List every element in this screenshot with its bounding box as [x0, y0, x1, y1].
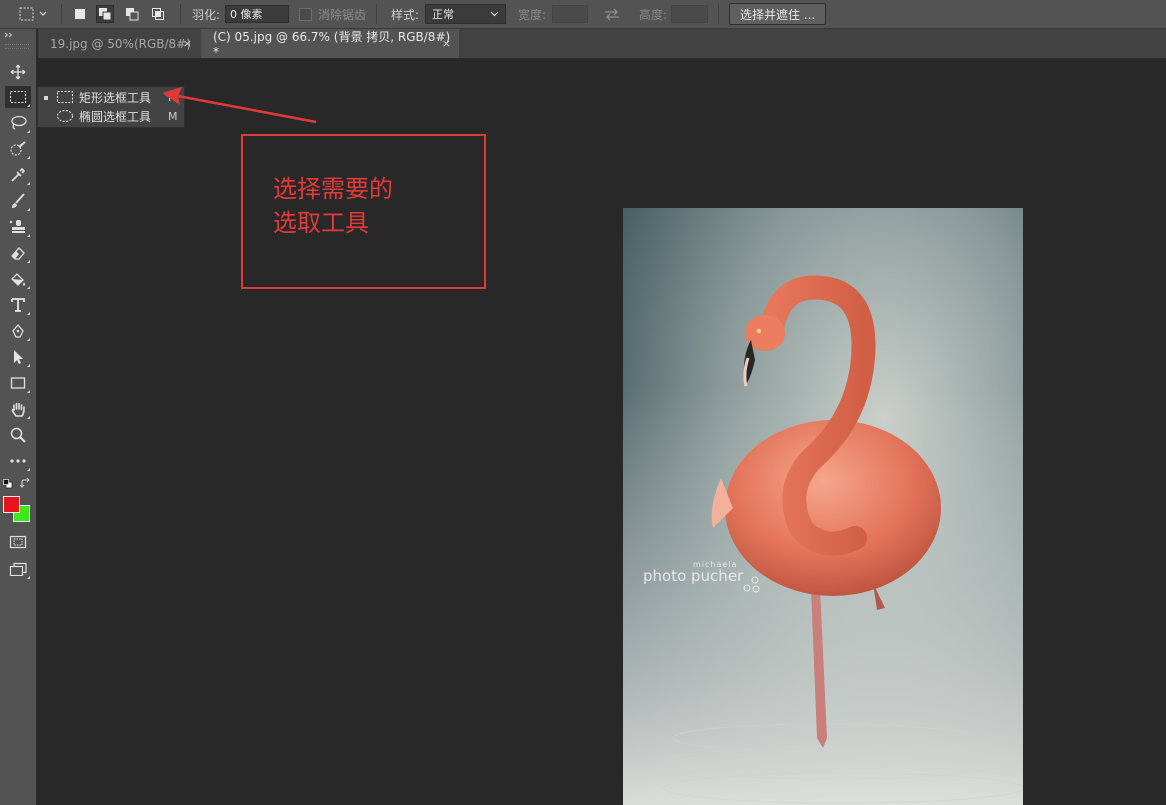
annotation-line: 选取工具 — [273, 209, 369, 237]
options-bar: 羽化: 0 像素 消除锯齿 样式: 正常 宽度: 高度: 选择并遮住 ... — [0, 0, 1166, 29]
brush-tool[interactable] — [5, 190, 31, 212]
add-to-selection-button[interactable] — [96, 5, 114, 23]
annotation-line: 选择需要的 — [273, 175, 393, 203]
annotation-callout: 选择需要的 选取工具 — [241, 134, 486, 289]
type-icon — [11, 298, 25, 312]
edit-toolbar-button[interactable] — [5, 450, 31, 472]
feather-label: 羽化: — [192, 7, 221, 22]
eyedropper-icon — [11, 167, 26, 182]
selected-bullet — [44, 96, 48, 100]
flyout-item-label: 椭圆选框工具 — [79, 110, 152, 124]
rect-marquee-icon — [9, 90, 27, 104]
style-select[interactable]: 正常 — [425, 4, 506, 24]
zoom-tool[interactable] — [5, 424, 31, 446]
document-canvas[interactable]: michaela photo pucher — [623, 208, 1023, 805]
width-input[interactable] — [552, 5, 588, 23]
swap-colors-icon[interactable] — [20, 478, 31, 489]
select-and-mask-button[interactable]: 选择并遮住 ... — [729, 3, 827, 25]
hand-tool[interactable] — [5, 398, 31, 420]
height-input[interactable] — [671, 5, 708, 23]
new-selection-button[interactable] — [71, 5, 89, 23]
lasso-tool[interactable] — [5, 112, 31, 134]
rectangle-shape-icon — [10, 377, 26, 389]
foreground-color-swatch[interactable] — [3, 496, 20, 513]
watermark-logo-icon — [743, 576, 760, 593]
tab-label: (C) 05.jpg @ 66.7% (背景 拷贝, RGB/8#) * — [213, 30, 451, 59]
style-label: 样式: — [391, 7, 420, 22]
panel-grip[interactable] — [5, 44, 29, 49]
collapse-panel-icon[interactable] — [4, 32, 14, 38]
feather-input[interactable]: 0 像素 — [225, 5, 289, 23]
height-label: 高度: — [639, 7, 668, 22]
add-selection-icon — [99, 8, 112, 21]
eraser-icon — [11, 247, 25, 260]
paint-bucket-icon — [11, 273, 25, 286]
default-colors-icon[interactable] — [3, 479, 13, 489]
style-select-value: 正常 — [432, 8, 454, 21]
tab-05jpg[interactable]: (C) 05.jpg @ 66.7% (背景 拷贝, RGB/8#) * × — [201, 29, 459, 59]
chevron-down-icon — [490, 11, 499, 17]
subtract-selection-icon — [126, 8, 139, 21]
tab-label: 19.jpg @ 50%(RGB/8#) — [50, 36, 191, 51]
swap-arrows-icon — [605, 8, 619, 21]
quick-select-icon — [10, 141, 26, 156]
quick-mask-icon — [9, 535, 27, 549]
intersect-selection-icon — [152, 8, 164, 20]
stamp-icon — [9, 220, 25, 233]
annotation-arrow — [162, 87, 317, 124]
tools-panel — [0, 29, 37, 805]
flamingo-photo — [623, 208, 1023, 805]
pen-icon — [12, 323, 24, 338]
marquee-tool[interactable] — [5, 86, 31, 108]
rect-marquee-icon — [56, 90, 74, 104]
hand-icon — [11, 402, 25, 417]
brush-icon — [12, 193, 25, 208]
swap-dimensions-button[interactable] — [603, 0, 621, 28]
subtract-selection-button[interactable] — [123, 5, 141, 23]
rectangle-tool[interactable] — [5, 372, 31, 394]
close-icon[interactable]: × — [442, 37, 451, 50]
antialias-label: 消除锯齿 — [318, 7, 367, 22]
screen-mode-button[interactable] — [5, 558, 31, 580]
quick-mask-button[interactable] — [5, 531, 31, 553]
type-tool[interactable] — [5, 294, 31, 316]
zoom-icon — [10, 427, 26, 443]
tool-preset-picker[interactable] — [18, 0, 48, 28]
width-label: 宽度: — [518, 7, 547, 22]
ellipse-marquee-icon — [56, 109, 74, 123]
close-icon[interactable]: × — [183, 37, 192, 50]
watermark-big: photo pucher — [643, 567, 744, 585]
flyout-item-label: 矩形选框工具 — [79, 91, 152, 105]
more-icon — [10, 459, 26, 463]
screen-mode-icon — [9, 562, 27, 576]
eyedropper-tool[interactable] — [5, 164, 31, 186]
eraser-tool[interactable] — [5, 242, 31, 264]
intersect-selection-button[interactable] — [149, 5, 167, 23]
antialias-checkbox[interactable] — [299, 7, 312, 21]
move-icon — [10, 64, 26, 80]
rect-marquee-icon — [19, 7, 47, 21]
lasso-icon — [11, 115, 27, 130]
pen-tool[interactable] — [5, 320, 31, 342]
move-tool[interactable] — [5, 61, 31, 83]
quick-select-tool[interactable] — [5, 138, 31, 160]
clone-stamp-tool[interactable] — [5, 216, 31, 238]
tab-19jpg[interactable]: 19.jpg @ 50%(RGB/8#) × — [38, 29, 200, 58]
paint-bucket-tool[interactable] — [5, 268, 31, 290]
path-select-icon — [14, 350, 23, 364]
new-selection-icon — [75, 9, 85, 19]
path-selection-tool[interactable] — [5, 346, 31, 368]
annotation-text: 选择需要的 选取工具 — [273, 172, 473, 240]
document-tab-bar: 19.jpg @ 50%(RGB/8#) × (C) 05.jpg @ 66.7… — [38, 29, 1166, 59]
